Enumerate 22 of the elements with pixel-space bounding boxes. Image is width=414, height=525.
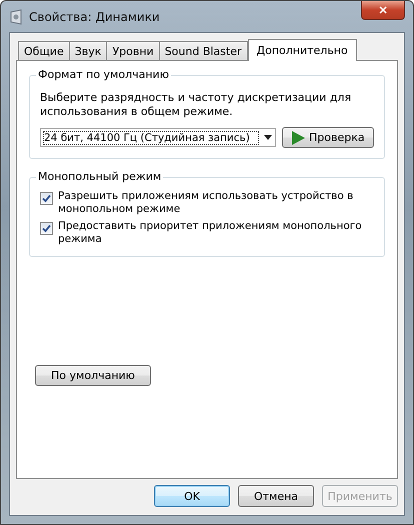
checkbox[interactable] xyxy=(40,222,53,235)
dialog-button[interactable]: Отмена xyxy=(238,485,314,507)
tab[interactable]: Sound Blaster xyxy=(158,41,248,60)
dialog-button[interactable]: OK xyxy=(154,485,230,507)
checkbox[interactable] xyxy=(40,192,53,205)
tab[interactable]: Звук xyxy=(68,41,108,60)
checkbox-label: Предоставить приоритет приложениям монопольного режима xyxy=(58,220,363,246)
tab[interactable]: Дополнительно xyxy=(248,39,357,61)
tab[interactable]: Уровни xyxy=(106,41,160,60)
play-icon xyxy=(291,130,305,144)
checkbox-label: Разрешить приложениям использовать устройство в монопольном режиме xyxy=(58,190,354,216)
close-button[interactable]: ✕ xyxy=(361,1,405,20)
dropdown-caret-icon xyxy=(264,135,272,140)
description-text: Выберите разрядность и частоту дискретизации для использования в общем режиме. xyxy=(40,91,352,119)
restore-defaults-button[interactable]: По умолчанию xyxy=(35,365,151,386)
group-title: Монопольный режим xyxy=(36,170,164,183)
format-dropdown[interactable]: 24 бит, 44100 Гц (Студийная запись) xyxy=(40,128,276,147)
window-title: Свойства: Динамики xyxy=(29,10,160,24)
test-button[interactable]: Проверка xyxy=(282,127,374,148)
group-title: Формат по умолчанию xyxy=(36,68,171,81)
tab[interactable]: Общие xyxy=(18,41,70,60)
speaker-icon xyxy=(9,8,23,24)
